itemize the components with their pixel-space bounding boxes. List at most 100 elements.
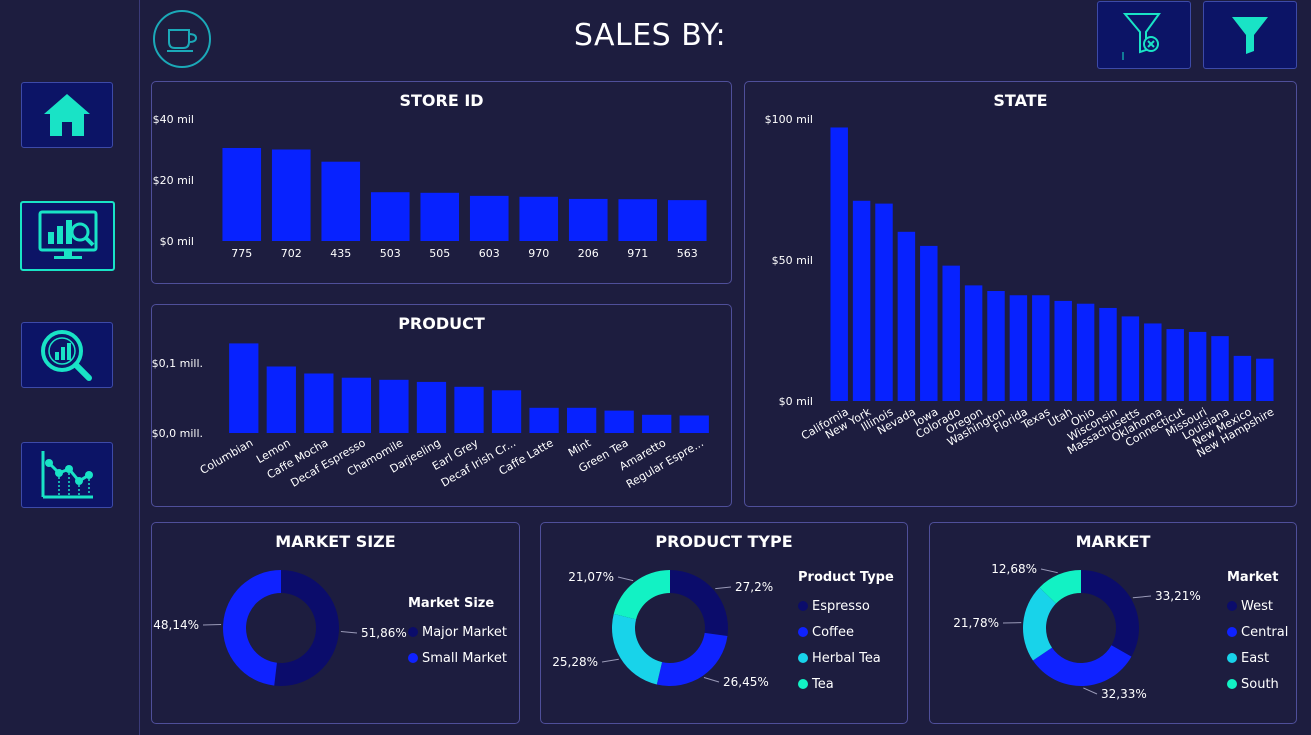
bar bbox=[1144, 323, 1162, 401]
legend-dot bbox=[1227, 627, 1237, 637]
product-chart: $0,0 mill.$0,1 mill.ColumbianLemonCaffe … bbox=[152, 343, 709, 491]
bar bbox=[1009, 295, 1028, 401]
logo bbox=[153, 10, 211, 68]
bar bbox=[420, 192, 460, 241]
data-label: 51,86% bbox=[361, 626, 407, 640]
legend-item[interactable]: Espresso bbox=[798, 593, 894, 619]
legend-label: South bbox=[1241, 676, 1279, 692]
bar bbox=[604, 410, 634, 433]
donut-slice bbox=[612, 613, 663, 685]
leader-line bbox=[1083, 687, 1098, 695]
filter-icon bbox=[1232, 17, 1268, 54]
bar bbox=[304, 373, 334, 433]
bar bbox=[1211, 336, 1229, 401]
clear-filter-icon bbox=[1122, 13, 1161, 60]
sidebar bbox=[0, 0, 140, 735]
legend-item[interactable]: Coffee bbox=[798, 619, 894, 645]
bar bbox=[271, 149, 311, 241]
bar bbox=[1054, 300, 1072, 401]
filter-button[interactable] bbox=[1203, 1, 1297, 69]
legend-label: West bbox=[1241, 598, 1273, 614]
line-chart-icon bbox=[41, 451, 93, 499]
donut-slice bbox=[223, 570, 281, 686]
x-tick-label: 503 bbox=[380, 247, 401, 260]
bar bbox=[222, 147, 262, 241]
x-tick-label: 971 bbox=[627, 247, 648, 260]
clear-filter-button[interactable] bbox=[1097, 1, 1191, 69]
x-tick-label: 603 bbox=[479, 247, 500, 260]
bar bbox=[1121, 316, 1140, 401]
data-label: 25,28% bbox=[552, 655, 598, 669]
x-tick-label: 505 bbox=[429, 247, 450, 260]
y-tick-label: $50 mil bbox=[772, 254, 813, 267]
legend-item[interactable]: East bbox=[1227, 645, 1288, 671]
bar bbox=[642, 414, 672, 433]
legend-title: Market bbox=[1227, 570, 1279, 585]
y-tick-label: $0 mil bbox=[779, 395, 813, 408]
bar bbox=[667, 200, 707, 241]
donut-slice bbox=[670, 570, 728, 636]
x-tick-label: 702 bbox=[281, 247, 302, 260]
magnifier-chart-icon bbox=[41, 330, 92, 381]
legend-dot bbox=[798, 679, 808, 689]
nav-home-button[interactable] bbox=[21, 82, 113, 148]
bar bbox=[942, 265, 960, 401]
legend-label: Espresso bbox=[812, 598, 870, 614]
nav-analysis-button[interactable] bbox=[21, 322, 113, 388]
x-tick-label: 970 bbox=[528, 247, 549, 260]
legend-label: Central bbox=[1241, 624, 1289, 640]
bar bbox=[830, 127, 848, 402]
legend-title: Market Size bbox=[408, 596, 495, 611]
legend-item[interactable]: Herbal Tea bbox=[798, 645, 894, 671]
bar bbox=[897, 231, 916, 401]
leader-line bbox=[715, 586, 732, 590]
data-label: 33,21% bbox=[1155, 589, 1201, 603]
legend-dot bbox=[408, 627, 418, 637]
data-label: 12,68% bbox=[991, 562, 1037, 576]
data-label: 32,33% bbox=[1101, 687, 1147, 701]
bar bbox=[1256, 358, 1274, 401]
legend-item[interactable]: South bbox=[1227, 671, 1288, 697]
y-tick-label: $40 mil bbox=[153, 113, 194, 126]
state-chart: $0 mil$50 mil$100 milCaliforniaNew YorkI… bbox=[765, 113, 1277, 460]
bar bbox=[519, 196, 559, 241]
bar bbox=[566, 407, 597, 433]
bar bbox=[370, 192, 410, 241]
bar bbox=[379, 379, 409, 433]
leader-line bbox=[703, 676, 720, 683]
bar bbox=[454, 386, 484, 433]
legend-dot bbox=[798, 627, 808, 637]
legend-item[interactable]: Small Market bbox=[408, 645, 507, 671]
bar bbox=[568, 198, 608, 241]
bar bbox=[1076, 303, 1095, 401]
leader-line bbox=[1040, 568, 1058, 574]
nav-trends-button[interactable] bbox=[21, 442, 113, 508]
leader-line bbox=[1132, 595, 1152, 599]
x-tick-label: 206 bbox=[578, 247, 599, 260]
nav-dashboard-button[interactable] bbox=[20, 201, 115, 271]
coffee-cup-icon bbox=[167, 29, 198, 52]
bar bbox=[1032, 295, 1050, 401]
donut-slice bbox=[1081, 570, 1139, 657]
legend-dot bbox=[408, 653, 418, 663]
leader-line bbox=[340, 631, 358, 634]
legend-item[interactable]: West bbox=[1227, 593, 1288, 619]
data-label: 27,2% bbox=[735, 580, 773, 594]
legend-label: Small Market bbox=[422, 650, 507, 666]
leader-line bbox=[601, 658, 619, 663]
legend-item[interactable]: Tea bbox=[798, 671, 894, 697]
legend-title: Product Type bbox=[798, 570, 894, 585]
bar bbox=[266, 366, 296, 433]
bar bbox=[469, 195, 509, 241]
legend-dot bbox=[798, 653, 808, 663]
legend-dot bbox=[1227, 601, 1237, 611]
donut-slice bbox=[656, 632, 728, 686]
legend-item[interactable]: Central bbox=[1227, 619, 1288, 645]
data-label: 21,07% bbox=[568, 570, 614, 584]
y-tick-label: $20 mil bbox=[153, 174, 194, 187]
market-legend: Market West Central East South bbox=[1227, 570, 1288, 697]
bar bbox=[852, 200, 871, 401]
x-tick-label: Columbian bbox=[198, 436, 256, 477]
legend-dot bbox=[798, 601, 808, 611]
legend-item[interactable]: Major Market bbox=[408, 619, 507, 645]
